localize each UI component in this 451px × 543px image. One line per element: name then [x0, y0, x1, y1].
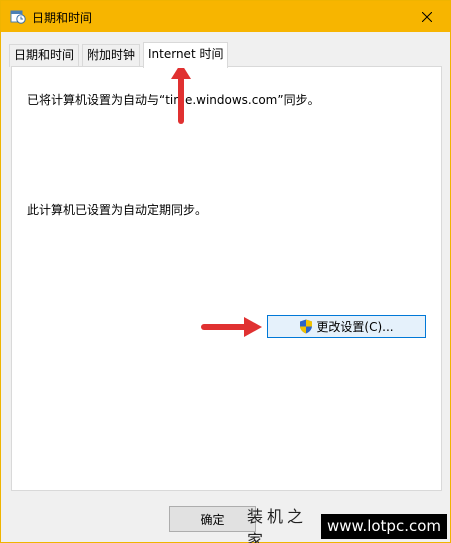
date-time-dialog: 日期和时间 日期和时间 附加时钟 Internet 时间 已将计算机设置为自动与… — [0, 0, 451, 543]
close-button[interactable] — [404, 1, 450, 32]
change-settings-button[interactable]: 更改设置(C)... — [267, 315, 426, 338]
annotation-arrow-right-icon — [201, 317, 262, 337]
tab-strip: 日期和时间 附加时钟 Internet 时间 — [9, 42, 441, 68]
change-settings-label: 更改设置(C)... — [316, 320, 394, 334]
close-icon — [422, 11, 432, 22]
tab-internet-time[interactable]: Internet 时间 — [143, 42, 229, 68]
tab-date-time[interactable]: 日期和时间 — [9, 44, 80, 67]
annotation-arrow-up-icon — [171, 63, 191, 124]
date-time-icon — [10, 10, 26, 24]
tab-panel: 已将计算机设置为自动与“time.windows.com”同步。 此计算机已设置… — [11, 66, 442, 491]
title-bar: 日期和时间 — [1, 1, 450, 32]
uac-shield-icon — [300, 319, 313, 334]
auto-sync-text: 此计算机已设置为自动定期同步。 — [27, 203, 208, 217]
watermark: 装机之家 www.lotpc.com — [243, 507, 447, 543]
window-title: 日期和时间 — [32, 11, 93, 25]
watermark-url: www.lotpc.com — [321, 514, 447, 539]
tab-additional-clocks[interactable]: 附加时钟 — [82, 44, 141, 67]
watermark-brand: 装机之家 — [247, 506, 308, 543]
